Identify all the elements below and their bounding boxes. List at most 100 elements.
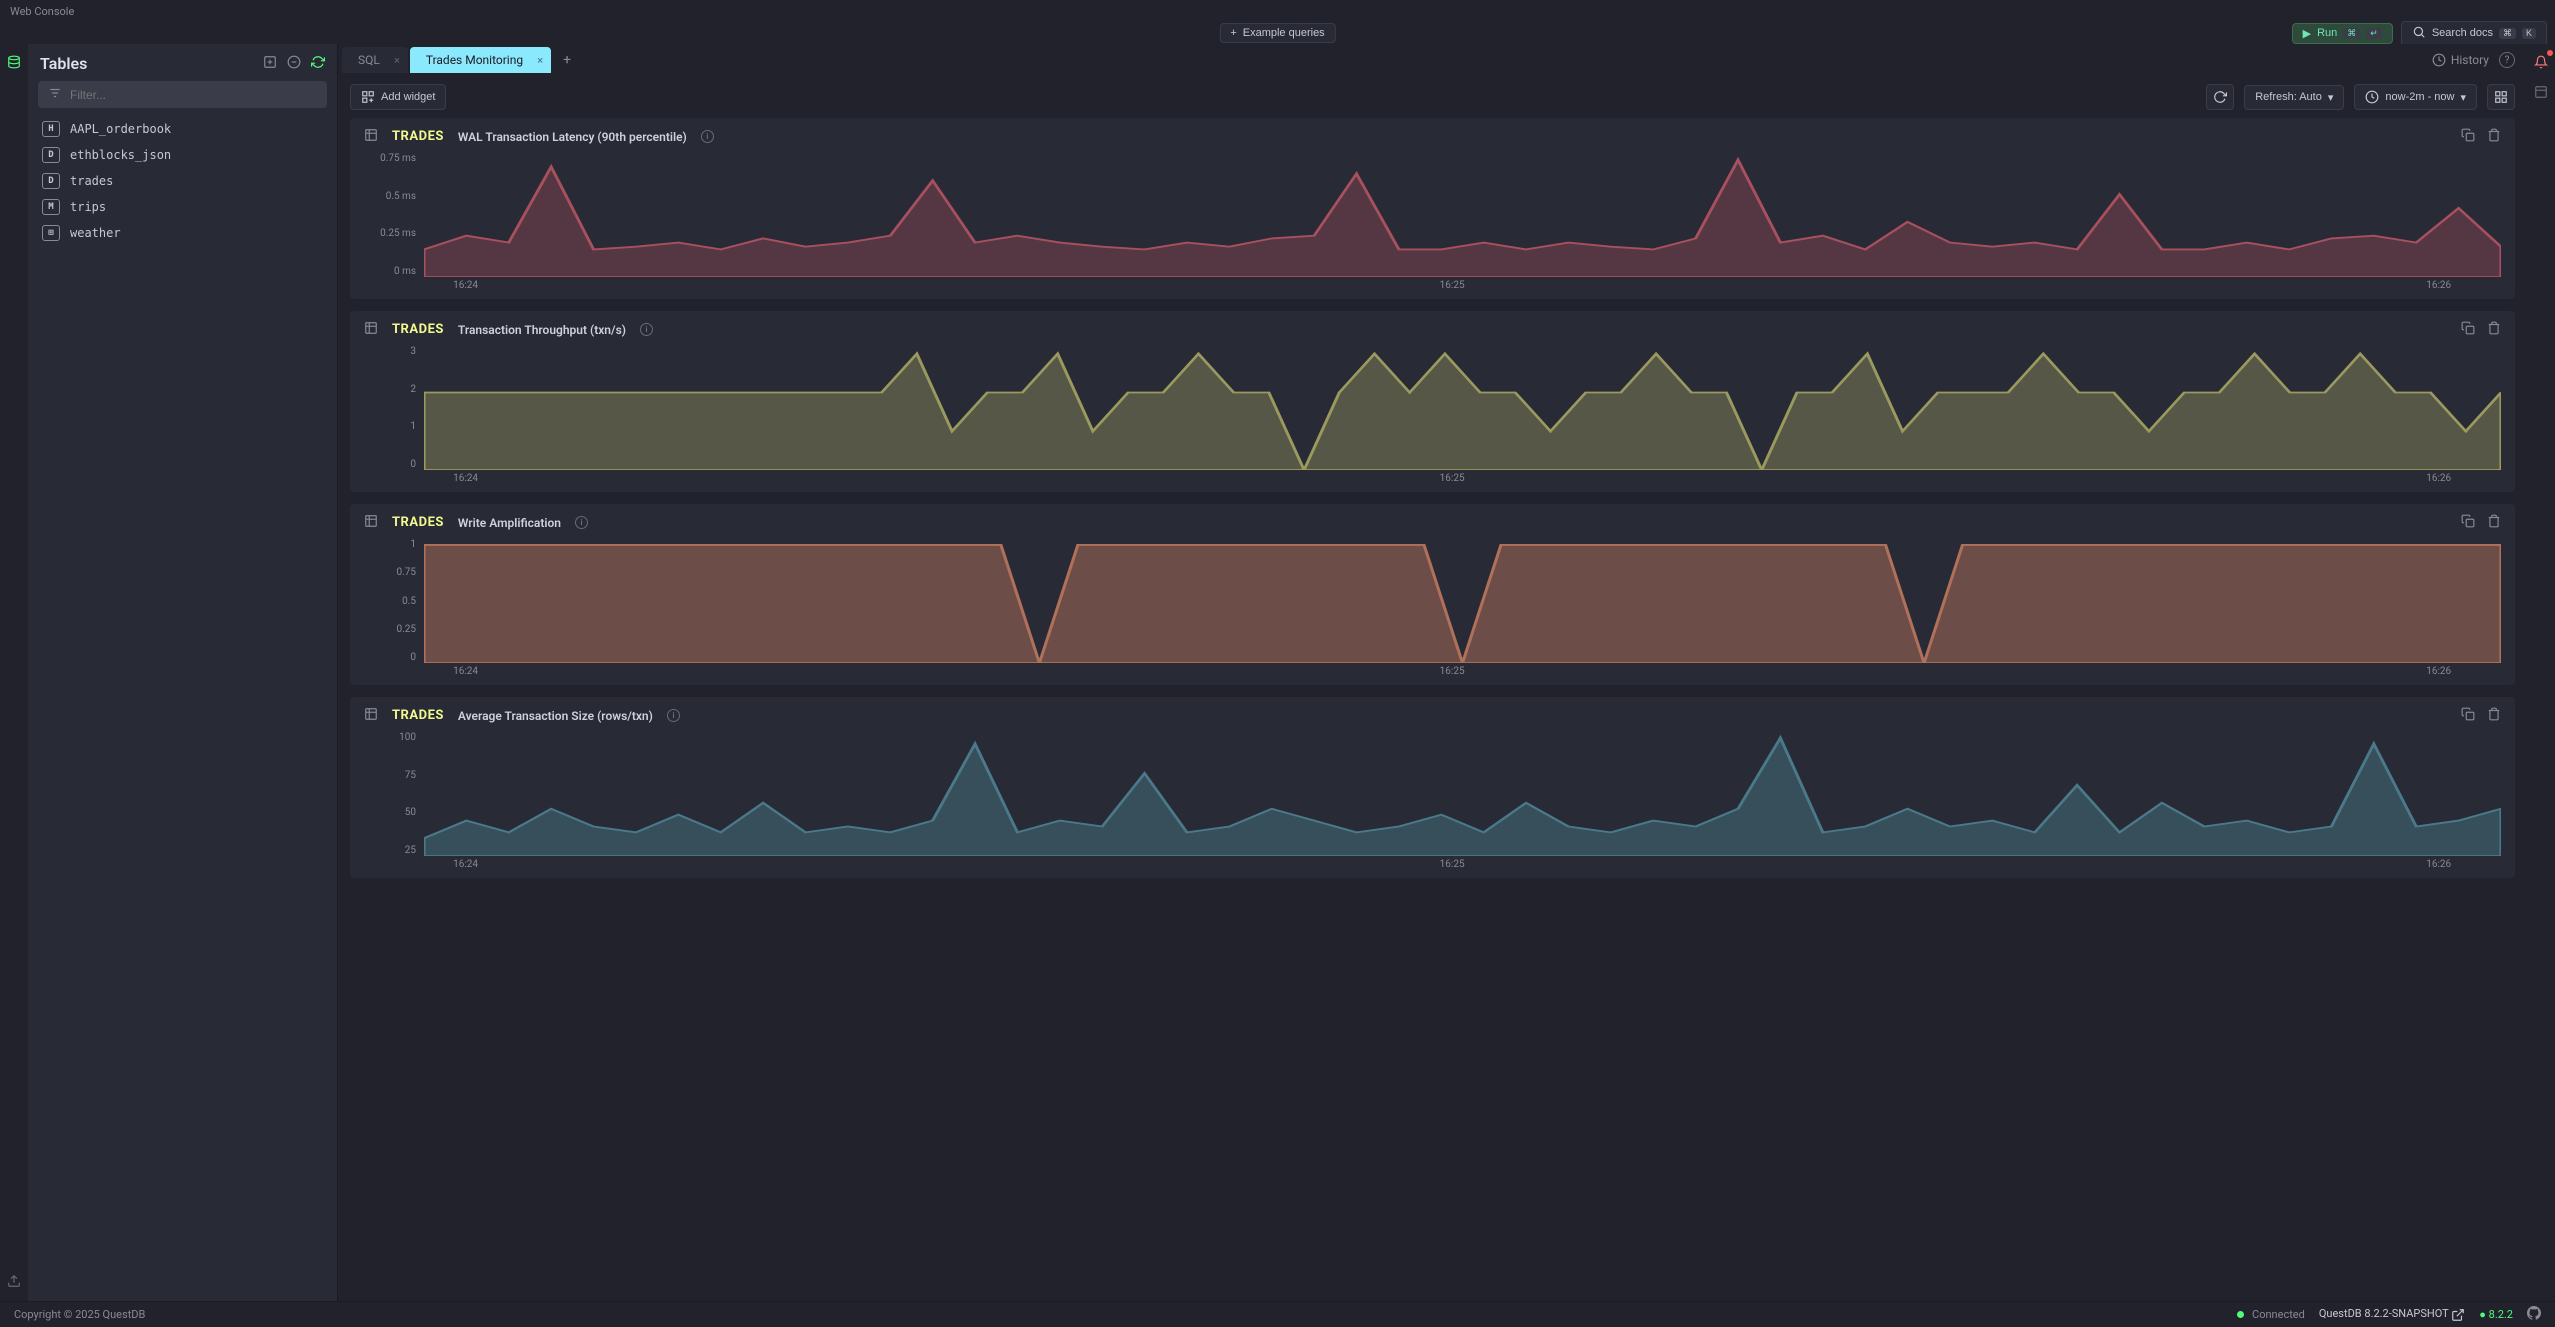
grid-settings-button[interactable]: [2487, 84, 2515, 110]
chart-header: TRADES WAL Transaction Latency (90th per…: [364, 128, 2501, 145]
table-icon: [364, 514, 378, 531]
suspend-icon[interactable]: [287, 55, 301, 72]
kbd-cmd: ⌘: [2343, 28, 2360, 39]
chart-header: TRADES Transaction Throughput (txn/s) i: [364, 321, 2501, 338]
kbd-enter: ↵: [2366, 28, 2382, 39]
panel-icon[interactable]: [2531, 82, 2551, 102]
delete-chart-icon[interactable]: [2487, 514, 2501, 531]
sidebar: Tables HAAPL_orderbookDethblocks_jsonDtr…: [28, 44, 338, 1301]
delete-chart-icon[interactable]: [2487, 707, 2501, 724]
kbd-cmd-icon: ⌘: [2499, 28, 2516, 39]
chart-y-axis: 3210: [364, 346, 424, 486]
history-button[interactable]: History: [2432, 53, 2489, 67]
help-icon[interactable]: ?: [2499, 52, 2515, 68]
table-item[interactable]: Dtrades: [34, 168, 331, 194]
connection-status: Connected: [2237, 1308, 2305, 1321]
add-tab-button[interactable]: +: [553, 48, 581, 72]
refresh-mode-dropdown[interactable]: Refresh: Auto ▾: [2244, 85, 2344, 110]
chart-plot[interactable]: 16:2416:2516:26: [424, 346, 2501, 486]
info-icon[interactable]: i: [667, 709, 680, 722]
header: + Example queries ▶ Run ⌘ ↵ Search docs …: [0, 22, 2555, 44]
example-queries-button[interactable]: + Example queries: [1219, 23, 1335, 43]
filter-icon: [48, 86, 62, 103]
time-range-dropdown[interactable]: now-2m - now ▾: [2354, 84, 2477, 110]
copy-chart-icon[interactable]: [2461, 128, 2475, 145]
chevron-down-icon: ▾: [2328, 91, 2334, 104]
info-icon[interactable]: i: [640, 323, 653, 336]
version-badge[interactable]: ● 8.2.2: [2479, 1308, 2513, 1321]
table-type-badge: ⊞: [42, 225, 60, 241]
table-type-badge: M: [42, 199, 60, 215]
tab-label: SQL: [358, 53, 380, 67]
refresh-now-button[interactable]: [2206, 84, 2234, 110]
run-button[interactable]: ▶ Run ⌘ ↵: [2292, 23, 2393, 44]
chart-title: Write Amplification: [458, 516, 561, 530]
chart-plot[interactable]: 16:2416:2516:26: [424, 732, 2501, 872]
table-name: trades: [70, 174, 113, 188]
github-icon[interactable]: [2527, 1306, 2541, 1323]
table-type-badge: H: [42, 121, 60, 137]
news-icon[interactable]: [2531, 52, 2551, 72]
table-name: trips: [70, 200, 106, 214]
chart-panel: TRADES Write Amplification i 10.750.50.2…: [350, 504, 2515, 685]
footer: Copyright © 2025 QuestDB Connected Quest…: [0, 1301, 2555, 1327]
info-icon[interactable]: i: [701, 130, 714, 143]
table-type-badge: D: [42, 173, 60, 189]
chart-table-name: TRADES: [392, 129, 444, 144]
sidebar-header: Tables: [28, 44, 337, 81]
table-item[interactable]: ⊞ weather: [34, 220, 331, 246]
close-icon[interactable]: ×: [394, 54, 400, 67]
filter-input[interactable]: [70, 88, 317, 102]
chart-body: 10.750.50.250 16:2416:2516:26: [364, 539, 2501, 679]
chart-y-axis: 0.75 ms0.5 ms0.25 ms0 ms: [364, 153, 424, 293]
chart-plot[interactable]: 16:2416:2516:26: [424, 539, 2501, 679]
chart-body: 3210 16:2416:2516:26: [364, 346, 2501, 486]
upload-icon[interactable]: [4, 1271, 24, 1291]
version-full[interactable]: QuestDB 8.2.2-SNAPSHOT: [2319, 1307, 2465, 1321]
filter-box[interactable]: [38, 81, 327, 108]
chart-y-axis: 10.750.50.250: [364, 539, 424, 679]
content-area: SQL×Trades Monitoring× + History ? Add w…: [338, 44, 2527, 1301]
chart-body: 100755025 16:2416:2516:26: [364, 732, 2501, 872]
table-name: weather: [70, 226, 121, 240]
toolbar: Add widget Refresh: Auto ▾ now-2m - now …: [338, 76, 2527, 118]
add-table-icon[interactable]: [263, 55, 277, 72]
connection-dot-icon: [2237, 1311, 2244, 1318]
copy-chart-icon[interactable]: [2461, 707, 2475, 724]
add-widget-button[interactable]: Add widget: [350, 84, 446, 110]
charts-container[interactable]: TRADES WAL Transaction Latency (90th per…: [338, 118, 2527, 1301]
chart-plot[interactable]: 16:2416:2516:26: [424, 153, 2501, 293]
left-rail: [0, 44, 28, 1301]
tab-sql[interactable]: SQL ×: [342, 47, 408, 73]
chart-header: TRADES Write Amplification i: [364, 514, 2501, 531]
tab-trades-monitoring[interactable]: Trades Monitoring×: [410, 47, 551, 73]
search-docs-button[interactable]: Search docs ⌘ K: [2401, 21, 2547, 46]
table-item[interactable]: Dethblocks_json: [34, 142, 331, 168]
chart-x-axis: 16:2416:2516:26: [424, 473, 2501, 489]
chart-title: WAL Transaction Latency (90th percentile…: [458, 130, 687, 144]
chart-table-name: TRADES: [392, 515, 444, 530]
table-item[interactable]: Mtrips: [34, 194, 331, 220]
copy-chart-icon[interactable]: [2461, 514, 2475, 531]
chart-x-axis: 16:2416:2516:26: [424, 666, 2501, 682]
app-title: Web Console: [10, 5, 74, 18]
notification-dot: [2547, 50, 2553, 56]
table-name: ethblocks_json: [70, 148, 171, 162]
chart-title: Transaction Throughput (txn/s): [458, 323, 626, 337]
database-icon[interactable]: [4, 52, 24, 72]
close-icon[interactable]: ×: [537, 54, 543, 67]
refresh-tables-icon[interactable]: [311, 55, 325, 72]
chart-panel: TRADES WAL Transaction Latency (90th per…: [350, 118, 2515, 299]
chart-y-axis: 100755025: [364, 732, 424, 872]
copyright: Copyright © 2025 QuestDB: [14, 1308, 145, 1321]
delete-chart-icon[interactable]: [2487, 321, 2501, 338]
kbd-k: K: [2522, 28, 2536, 39]
table-item[interactable]: HAAPL_orderbook: [34, 116, 331, 142]
chart-x-axis: 16:2416:2516:26: [424, 280, 2501, 296]
info-icon[interactable]: i: [575, 516, 588, 529]
delete-chart-icon[interactable]: [2487, 128, 2501, 145]
copy-chart-icon[interactable]: [2461, 321, 2475, 338]
right-rail: [2527, 44, 2555, 1301]
play-icon: ▶: [2303, 27, 2311, 40]
tabs-row: SQL×Trades Monitoring× + History ?: [338, 44, 2527, 76]
